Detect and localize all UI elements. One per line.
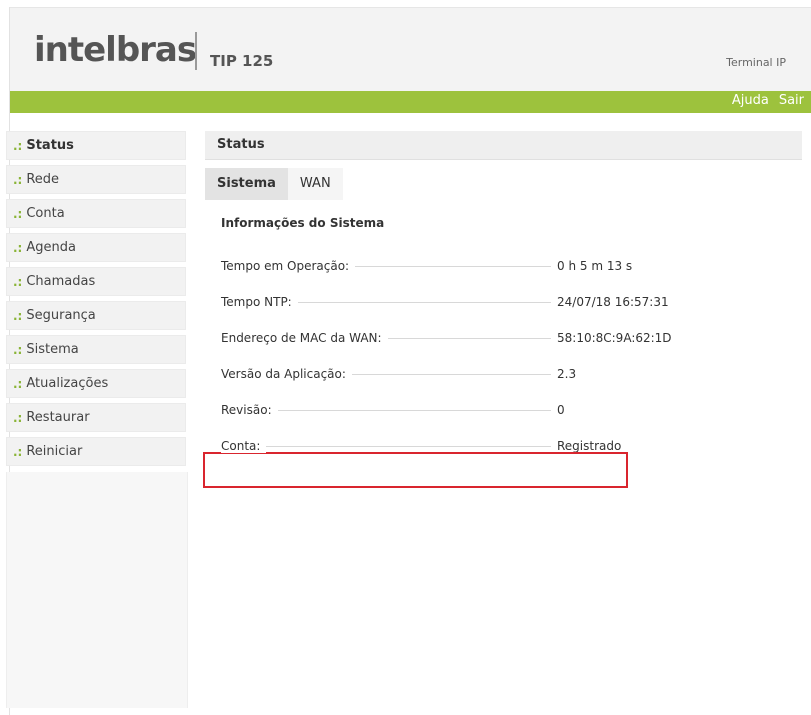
bullet-icon: .:: [13, 274, 23, 289]
sidebar-item-label: Chamadas: [26, 274, 96, 289]
bullet-icon: .:: [13, 376, 23, 391]
tab-sistema[interactable]: Sistema: [205, 168, 288, 200]
sidebar-item-label: Agenda: [26, 240, 76, 255]
sidebar-item-atualizacoes[interactable]: .: Atualizações: [6, 369, 186, 398]
sidebar-item-agenda[interactable]: .: Agenda: [6, 233, 186, 262]
info-row-ntp-time: Tempo NTP: 24/07/18 16:57:31: [205, 284, 802, 320]
bullet-icon: .:: [13, 444, 23, 459]
device-type-label: Terminal IP: [726, 56, 786, 69]
top-nav: Ajuda Sair: [732, 93, 804, 108]
sidebar-item-label: Conta: [26, 206, 65, 221]
product-name: TIP 125: [210, 52, 274, 70]
sidebar-item-conta[interactable]: .: Conta: [6, 199, 186, 228]
info-row-account: Conta: Registrado: [205, 428, 802, 464]
sidebar-item-reiniciar[interactable]: .: Reiniciar: [6, 437, 186, 466]
sidebar-item-label: Restaurar: [26, 410, 90, 425]
info-label: Revisão:: [221, 403, 278, 417]
sidebar-item-rede[interactable]: .: Rede: [6, 165, 186, 194]
sidebar-item-label: Reiniciar: [26, 444, 83, 459]
bullet-icon: .:: [13, 240, 23, 255]
info-label: Conta:: [221, 439, 267, 453]
sidebar: .: Status .: Rede .: Conta .: Agenda .: …: [6, 131, 186, 471]
info-value: 0 h 5 m 13 s: [553, 259, 633, 273]
tab-bar: Sistema WAN: [205, 168, 802, 200]
tab-wan[interactable]: WAN: [287, 168, 343, 200]
brand-logo: intelbras: [34, 30, 197, 70]
logo-divider: [195, 32, 197, 70]
help-link[interactable]: Ajuda: [732, 93, 769, 108]
bullet-icon: .:: [13, 138, 23, 153]
header: intelbras TIP 125 Terminal IP: [10, 7, 811, 92]
sidebar-item-label: Status: [26, 138, 74, 153]
logout-link[interactable]: Sair: [779, 93, 804, 108]
info-row-uptime: Tempo em Operação: 0 h 5 m 13 s: [205, 248, 802, 284]
info-label: Tempo NTP:: [221, 295, 298, 309]
info-label: Versão da Aplicação:: [221, 367, 352, 381]
sidebar-item-label: Rede: [26, 172, 60, 187]
info-row-revision: Revisão: 0: [205, 392, 802, 428]
page-title: Status: [205, 131, 802, 160]
section-title: Informações do Sistema: [221, 216, 385, 230]
top-nav-bar: Ajuda Sair: [10, 91, 811, 113]
sidebar-empty-area: [6, 472, 188, 708]
sidebar-item-label: Segurança: [26, 308, 96, 323]
info-value: 2.3: [553, 367, 577, 381]
info-value: 24/07/18 16:57:31: [553, 295, 669, 309]
info-value: Registrado: [553, 439, 622, 453]
info-row-app-version: Versão da Aplicação: 2.3: [205, 356, 802, 392]
bullet-icon: .:: [13, 172, 23, 187]
info-label: Endereço de MAC da WAN:: [221, 331, 388, 345]
sidebar-item-label: Sistema: [26, 342, 79, 357]
bullet-icon: .:: [13, 308, 23, 323]
bullet-icon: .:: [13, 410, 23, 425]
sidebar-item-chamadas[interactable]: .: Chamadas: [6, 267, 186, 296]
main-content: Status Sistema WAN Informações do Sistem…: [205, 131, 802, 464]
sidebar-item-seguranca[interactable]: .: Segurança: [6, 301, 186, 330]
bullet-icon: .:: [13, 206, 23, 221]
sidebar-item-restaurar[interactable]: .: Restaurar: [6, 403, 186, 432]
bullet-icon: .:: [13, 342, 23, 357]
leader-line: [221, 446, 551, 447]
sidebar-item-label: Atualizações: [26, 376, 109, 391]
info-list: Tempo em Operação: 0 h 5 m 13 s Tempo NT…: [205, 248, 802, 464]
info-value: 58:10:8C:9A:62:1D: [553, 331, 672, 345]
sidebar-item-status[interactable]: .: Status: [6, 131, 186, 160]
info-label: Tempo em Operação:: [221, 259, 356, 273]
info-row-wan-mac: Endereço de MAC da WAN: 58:10:8C:9A:62:1…: [205, 320, 802, 356]
info-value: 0: [553, 403, 565, 417]
sidebar-item-sistema[interactable]: .: Sistema: [6, 335, 186, 364]
